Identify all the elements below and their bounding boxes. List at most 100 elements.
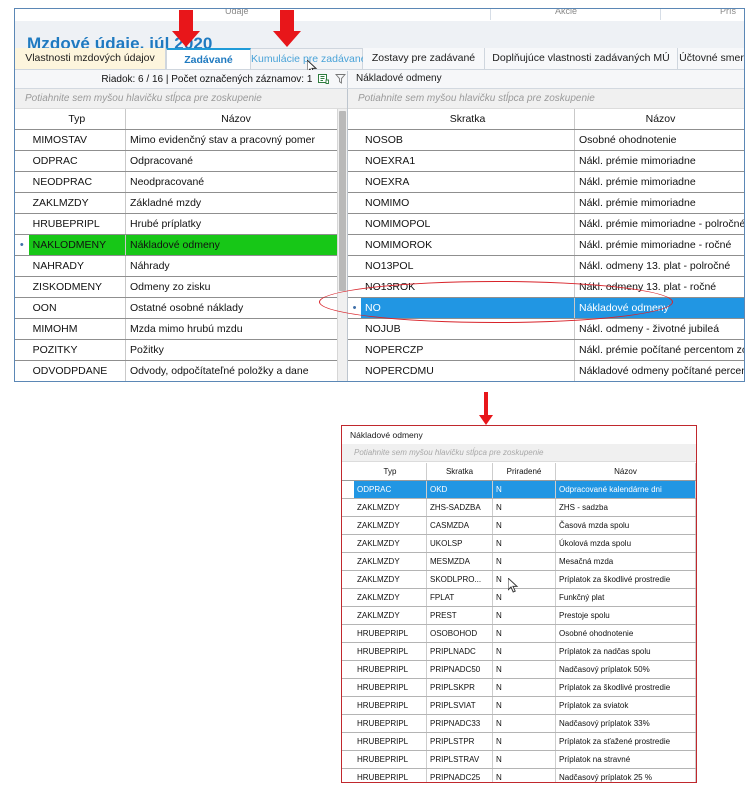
cell-typ: HRUBEPRIPL [28,213,126,235]
table-row[interactable]: NOSOB Osobné ohodnotenie [348,129,744,151]
left-column-typ[interactable]: Typ [28,109,126,130]
detail-grid-window: Nákladové odmeny Potiahnite sem myšou hl… [341,425,697,783]
funnel-filter-icon[interactable] [335,73,346,87]
cell-priradene: N [492,606,556,625]
cell-typ: HRUBEPRIPL [354,660,427,679]
table-row[interactable]: ZAKLMZDY Základné mzdy [15,192,347,214]
right-column-nazov[interactable]: Názov [574,109,744,130]
detail-group-hint[interactable]: Potiahnite sem myšou hlavičku stĺpca pre… [342,444,696,462]
left-column-nazov[interactable]: Názov [125,109,347,130]
ribbon-group-akcie[interactable]: Akcie [555,9,577,16]
cell-priradene: N [492,516,556,535]
table-row[interactable]: HRUBEPRIPL PRIPLNADC N Príplatok za nadč… [342,642,696,661]
table-row[interactable]: HRUBEPRIPL PRIPNADC50 N Nadčasový prípla… [342,660,696,679]
cell-typ: ZAKLMZDY [354,570,427,589]
table-row[interactable]: NAHRADY Náhrady [15,255,347,277]
cell-priradene: N [492,480,556,499]
row-indicator [15,360,29,381]
tab-uctovne-smerovanie[interactable]: Účtovné smer [678,48,744,69]
table-row[interactable]: ZAKLMZDY ZHS-SADZBA N ZHS - sadzba [342,498,696,517]
table-row-selected-naklodmeny[interactable]: • NAKLODMENY Nákladové odmeny [15,234,347,256]
detail-row-indicator-header [342,463,354,481]
detail-column-typ[interactable]: Typ [354,463,427,481]
cell-nazov: Funkčný plat [555,588,696,607]
cell-nazov: Hrubé príplatky [125,213,347,235]
cell-typ: ZISKODMENY [28,276,126,298]
cell-typ: POZITKY [28,339,126,361]
row-indicator [348,129,361,151]
table-row[interactable]: NO13POL Nákl. odmeny 13. plat - polročné [348,255,744,277]
table-row[interactable]: ODPRAC Odpracované [15,150,347,172]
detail-column-skratka[interactable]: Skratka [426,463,493,481]
row-indicator: • [15,234,29,256]
cell-skratka: PRIPLSKPR [426,678,493,697]
table-row[interactable]: HRUBEPRIPL Hrubé príplatky [15,213,347,235]
detail-column-nazov[interactable]: Názov [555,463,696,481]
tab-doplnujuce-vlastnosti[interactable]: Doplňujúce vlastnosti zadávaných MÚ [485,48,678,69]
cell-nazov: Mzda mimo hrubú mzdu [125,318,347,340]
cell-nazov: Príplatok za nadčas spolu [555,642,696,661]
row-indicator [15,255,29,277]
row-indicator [342,660,354,679]
table-row[interactable]: ZAKLMZDY UKOLSP N Úkolová mzda spolu [342,534,696,553]
cell-skratka: OKD [426,480,493,499]
cell-nazov: Príplatok za škodlivé prostredie [555,570,696,589]
table-row[interactable]: NOMIMOPOL Nákl. prémie mimoriadne - polr… [348,213,744,235]
table-row[interactable]: OON Ostatné osobné náklady [15,297,347,319]
table-row[interactable]: NOMIMOROK Nákl. prémie mimoriadne - ročn… [348,234,744,256]
cell-typ: MIMOSTAV [28,129,126,151]
table-row[interactable]: NOEXRA Nákl. prémie mimoriadne [348,171,744,193]
table-row[interactable]: ZISKODMENY Odmeny zo zisku [15,276,347,298]
table-row[interactable]: NOMIMO Nákl. prémie mimoriadne [348,192,744,214]
table-row[interactable]: NOPERCZP Nákl. prémie počítané percentom… [348,339,744,361]
tab-zostavy-pre-zadavane[interactable]: Zostavy pre zadávané [363,48,485,69]
cell-nazov: Nadčasový príplatok 50% [555,660,696,679]
cell-typ: NEODPRAC [28,171,126,193]
tab-zadavane[interactable]: Zadávané [166,48,251,69]
right-group-hint[interactable]: Potiahnite sem myšou hlavičku stĺpca pre… [348,89,744,109]
ribbon-group-udaje[interactable]: Údaje [225,9,249,16]
grid-status-bar: Riadok: 6 / 16 | Počet označených záznam… [15,70,744,89]
cell-priradene: N [492,570,556,589]
record-counter: Riadok: 6 / 16 | Počet označených záznam… [101,73,346,87]
table-row-selected-odprac[interactable]: • ODPRAC OKD N Odpracované kalendárne dn… [342,480,696,499]
table-row[interactable]: POZITKY Požitky [15,339,347,361]
cell-typ: HRUBEPRIPL [354,642,427,661]
table-row[interactable]: MIMOHM Mzda mimo hrubú mzdu [15,318,347,340]
detail-column-priradene[interactable]: Priradené [492,463,556,481]
tab-vlastnosti-mzdovych-udajov[interactable]: Vlastnosti mzdových údajov [15,48,166,69]
left-scrollbar-thumb[interactable] [339,111,346,291]
row-indicator [15,213,29,235]
cell-skratka: NOPERCZP [361,339,575,361]
table-row[interactable]: HRUBEPRIPL PRIPLSTPR N Príplatok za sťaž… [342,732,696,751]
card-view-icon[interactable] [318,73,330,87]
cell-skratka: PRIPLSTRAV [426,750,493,769]
table-row[interactable]: MIMOSTAV Mimo evidenčný stav a pracovný … [15,129,347,151]
right-column-skratka[interactable]: Skratka [361,109,575,130]
table-row[interactable]: HRUBEPRIPL PRIPLSKPR N Príplatok za škod… [342,678,696,697]
cell-skratka: PRIPLNADC [426,642,493,661]
cell-typ: HRUBEPRIPL [354,714,427,733]
table-row[interactable]: HRUBEPRIPL PRIPNADC25 N Nadčasový prípla… [342,768,696,782]
table-row[interactable]: ZAKLMZDY MESMZDA N Mesačná mzda [342,552,696,571]
table-row[interactable]: ODVODPDANE Odvody, odpočítateľné položky… [15,360,347,381]
table-row[interactable]: NOPERCDMU Nákladové odmeny počítané perc… [348,360,744,381]
table-row[interactable]: ZAKLMZDY PREST N Prestoje spolu [342,606,696,625]
screenshot-root: Údaje Akcie Prís Mzdové údaje, júl 2020 … [0,0,746,789]
cell-nazov: Nákl. odmeny 13. plat - polročné [574,255,744,277]
table-row[interactable]: NEODPRAC Neodpracované [15,171,347,193]
ribbon-group-prispevky[interactable]: Prís [720,9,736,16]
left-group-hint[interactable]: Potiahnite sem myšou hlavičku stĺpca pre… [15,89,347,109]
table-row[interactable]: ZAKLMZDY CASMZDA N Časová mzda spolu [342,516,696,535]
table-row[interactable]: HRUBEPRIPL PRIPLSVIAT N Príplatok za svi… [342,696,696,715]
table-row[interactable]: NOEXRA1 Nákl. prémie mimoriadne [348,150,744,172]
table-row[interactable]: HRUBEPRIPL PRIPLSTRAV N Príplatok na str… [342,750,696,769]
detail-panel-title: Nákladové odmeny [342,426,696,444]
row-indicator [342,714,354,733]
row-indicator [15,276,29,298]
detail-grid-body: • ODPRAC OKD N Odpracované kalendárne dn… [342,480,696,782]
right-grid-body: NOSOB Osobné ohodnotenie NOEXRA1 Nákl. p… [348,129,744,381]
table-row[interactable]: HRUBEPRIPL OSOBOHOD N Osobné ohodnotenie [342,624,696,643]
table-row[interactable]: HRUBEPRIPL PRIPNADC33 N Nadčasový prípla… [342,714,696,733]
left-grid-scrollbar[interactable] [337,109,347,381]
